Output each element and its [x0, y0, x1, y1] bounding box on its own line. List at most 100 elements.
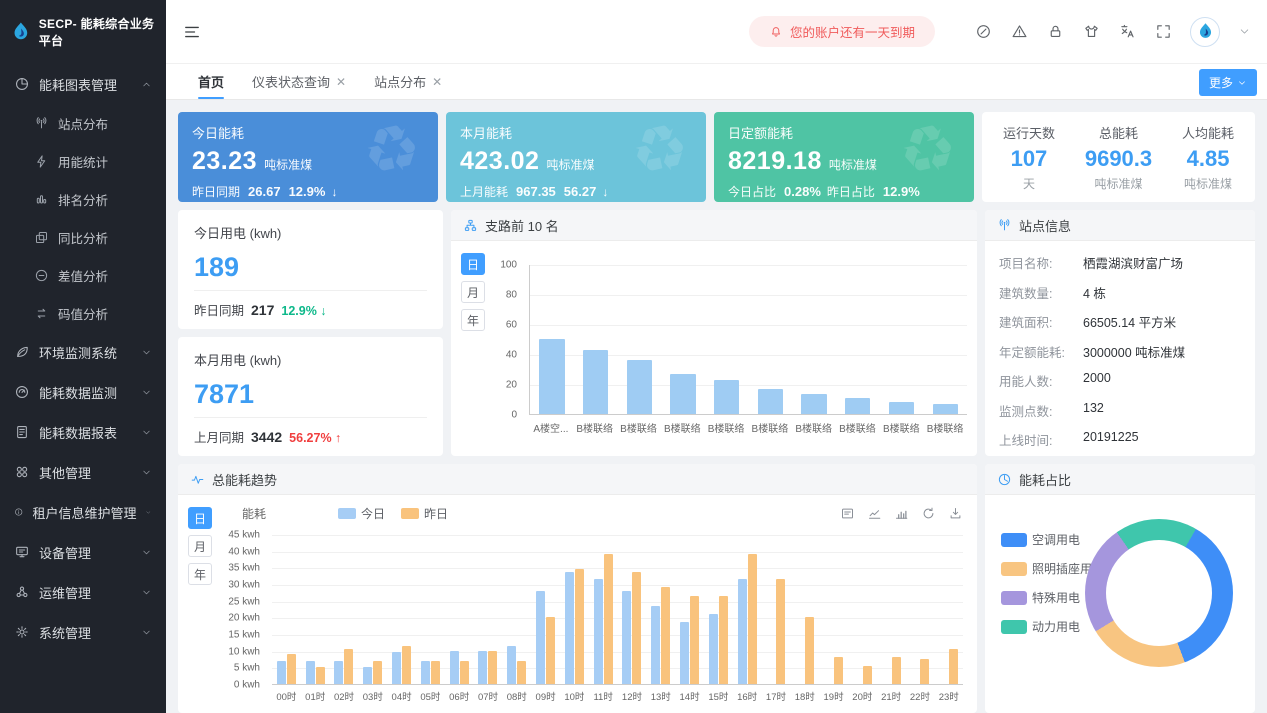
bar[interactable]: [889, 402, 914, 414]
tab-站点分布[interactable]: 站点分布✕: [360, 64, 456, 99]
legend-item-空调用电[interactable]: 空调用电: [1001, 531, 1104, 548]
bar[interactable]: [714, 380, 739, 415]
bar-今日[interactable]: [709, 614, 718, 684]
sidebar-item-label: 设备管理: [39, 543, 132, 562]
tab-首页[interactable]: 首页: [184, 64, 238, 99]
bar-今日[interactable]: [306, 661, 315, 684]
theme-icon[interactable]: [1083, 23, 1100, 40]
bar-昨日[interactable]: [892, 657, 901, 684]
fullscreen-icon[interactable]: [1155, 23, 1172, 40]
bar-昨日[interactable]: [863, 666, 872, 684]
bar-昨日[interactable]: [949, 649, 958, 684]
bar-昨日[interactable]: [719, 596, 728, 684]
bar-昨日[interactable]: [604, 554, 613, 684]
bar[interactable]: [845, 398, 870, 415]
download-icon[interactable]: [948, 506, 963, 521]
sidebar-subitem[interactable]: 差值分析: [0, 256, 166, 294]
bar[interactable]: [539, 339, 564, 414]
warning-icon[interactable]: [1011, 23, 1028, 40]
bar[interactable]: [933, 404, 958, 414]
sidebar-subitem[interactable]: 排名分析: [0, 180, 166, 218]
sidebar-item[interactable]: 环境监测系统: [0, 332, 166, 372]
bar-今日[interactable]: [450, 651, 459, 684]
donut-chart[interactable]: [1085, 519, 1233, 667]
legend-item-昨日[interactable]: 昨日: [401, 505, 448, 522]
sidebar-subitem[interactable]: 站点分布: [0, 104, 166, 142]
bar[interactable]: [670, 374, 695, 415]
dataview-icon[interactable]: [840, 506, 855, 521]
toggle-日[interactable]: 日: [188, 507, 212, 529]
bar-今日[interactable]: [680, 622, 689, 684]
bar-昨日[interactable]: [748, 554, 757, 684]
toggle-日[interactable]: 日: [461, 253, 485, 275]
bar-今日[interactable]: [277, 661, 286, 684]
bar[interactable]: [583, 350, 608, 415]
bar-昨日[interactable]: [834, 657, 843, 684]
sidebar-item[interactable]: 其他管理: [0, 452, 166, 492]
sidebar-item[interactable]: 设备管理: [0, 532, 166, 572]
bar-昨日[interactable]: [776, 579, 785, 684]
bar-今日[interactable]: [334, 661, 343, 684]
toggle-年[interactable]: 年: [461, 309, 485, 331]
sidebar-subitem[interactable]: 用能统计: [0, 142, 166, 180]
sidebar-item[interactable]: 运维管理: [0, 572, 166, 612]
chevron-down-icon[interactable]: [1238, 25, 1251, 38]
bar-今日[interactable]: [594, 579, 603, 684]
sidebar-subitem[interactable]: 同比分析: [0, 218, 166, 256]
bar-昨日[interactable]: [402, 646, 411, 684]
tab-仪表状态查询[interactable]: 仪表状态查询✕: [238, 64, 360, 99]
bar-今日[interactable]: [565, 572, 574, 684]
refresh-icon[interactable]: [921, 506, 936, 521]
kpi-unit: 吨标准煤: [264, 156, 312, 173]
gauge-icon[interactable]: [975, 23, 992, 40]
sidebar-item[interactable]: 租户信息维护管理: [0, 492, 166, 532]
account-expiry-notice[interactable]: 您的账户还有一天到期: [749, 16, 935, 47]
toggle-月[interactable]: 月: [188, 535, 212, 557]
bar-今日[interactable]: [478, 651, 487, 684]
bar-今日[interactable]: [536, 591, 545, 684]
sidebar-subitem[interactable]: 码值分析: [0, 294, 166, 332]
bar-昨日[interactable]: [920, 659, 929, 684]
bar-今日[interactable]: [738, 579, 747, 684]
toggle-月[interactable]: 月: [461, 281, 485, 303]
linechart-icon[interactable]: [867, 506, 882, 521]
barchart-icon[interactable]: [894, 506, 909, 521]
bar-今日[interactable]: [651, 606, 660, 684]
more-button[interactable]: 更多: [1199, 69, 1257, 96]
bar-今日[interactable]: [507, 646, 516, 684]
collapse-menu-icon[interactable]: [182, 22, 202, 42]
bar-昨日[interactable]: [546, 617, 555, 684]
bar-昨日[interactable]: [661, 587, 670, 684]
bar-昨日[interactable]: [575, 569, 584, 684]
bar-昨日[interactable]: [517, 661, 526, 684]
legend-item-动力用电[interactable]: 动力用电: [1001, 618, 1104, 635]
bar-昨日[interactable]: [805, 617, 814, 684]
bar-昨日[interactable]: [460, 661, 469, 684]
avatar[interactable]: [1190, 17, 1220, 47]
bar-昨日[interactable]: [287, 654, 296, 684]
sidebar-item[interactable]: 能耗图表管理: [0, 64, 166, 104]
toggle-年[interactable]: 年: [188, 563, 212, 585]
bar-昨日[interactable]: [373, 661, 382, 684]
lock-icon[interactable]: [1047, 23, 1064, 40]
sidebar-item[interactable]: 系统管理: [0, 612, 166, 652]
legend-item-今日[interactable]: 今日: [338, 505, 385, 522]
bar-今日[interactable]: [363, 667, 372, 684]
bar-昨日[interactable]: [431, 661, 440, 684]
bar-昨日[interactable]: [632, 572, 641, 684]
sidebar-item[interactable]: 能耗数据报表: [0, 412, 166, 452]
bar[interactable]: [627, 360, 652, 414]
bar-昨日[interactable]: [488, 651, 497, 684]
bar-昨日[interactable]: [344, 649, 353, 684]
bar[interactable]: [758, 389, 783, 415]
close-icon[interactable]: ✕: [336, 75, 346, 89]
close-icon[interactable]: ✕: [432, 75, 442, 89]
bar-今日[interactable]: [421, 661, 430, 684]
bar[interactable]: [801, 394, 826, 414]
bar-今日[interactable]: [392, 652, 401, 684]
bar-昨日[interactable]: [316, 667, 325, 684]
bar-今日[interactable]: [622, 591, 631, 684]
bar-昨日[interactable]: [690, 596, 699, 684]
translate-icon[interactable]: [1119, 23, 1136, 40]
sidebar-item[interactable]: 能耗数据监测: [0, 372, 166, 412]
